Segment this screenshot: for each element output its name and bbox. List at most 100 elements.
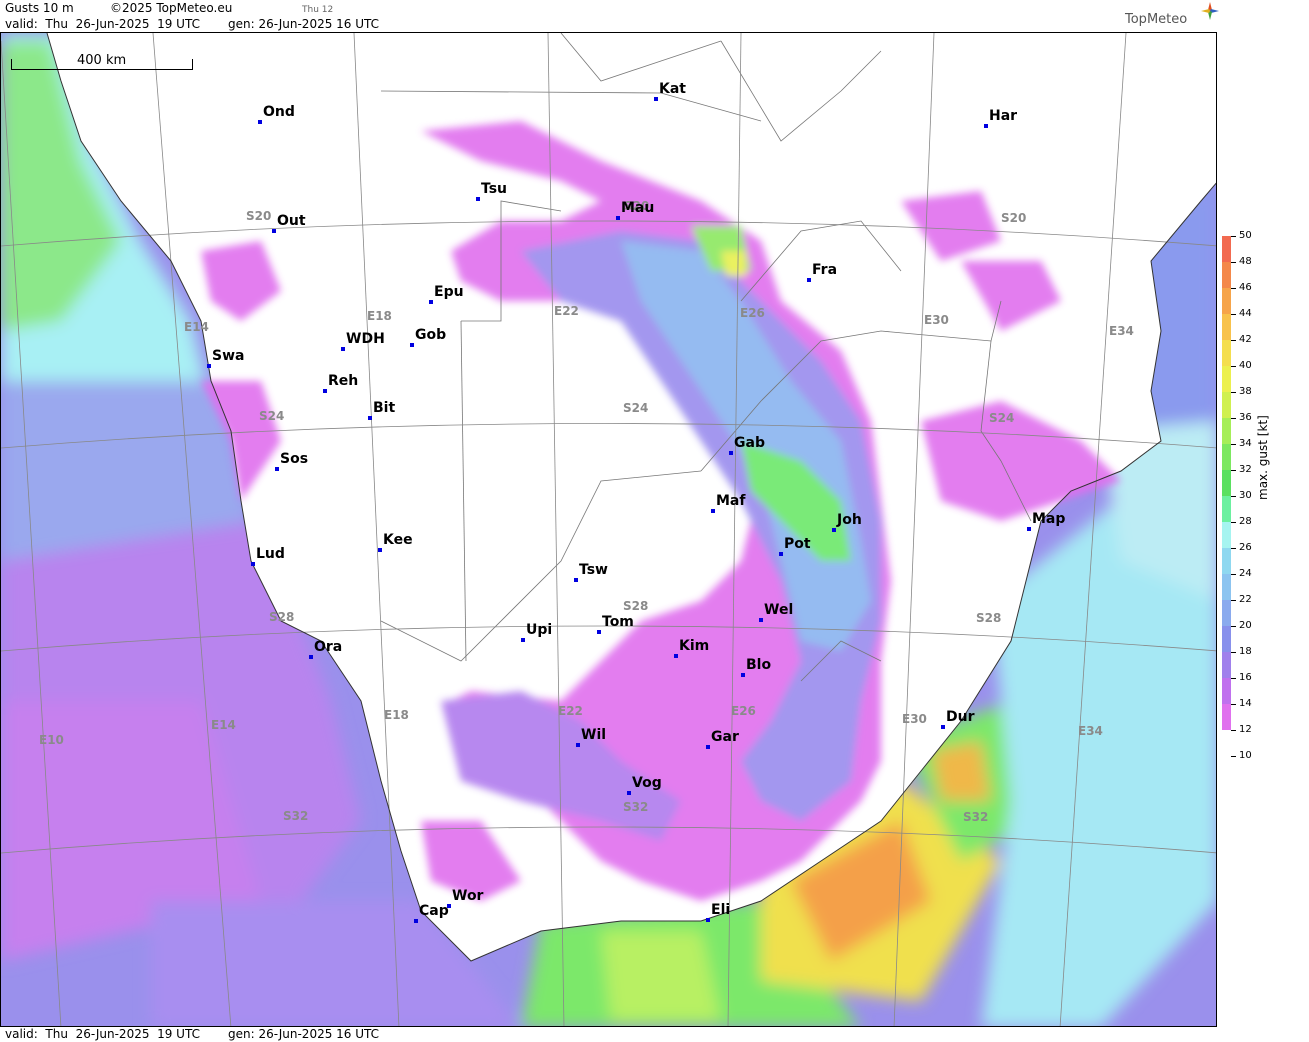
product-title: Gusts 10 m bbox=[5, 1, 74, 15]
scale-bar: 400 km bbox=[11, 51, 193, 71]
colorbar-swatch bbox=[1222, 704, 1231, 730]
grid-label: E26 bbox=[740, 306, 765, 320]
colorbar-swatch bbox=[1222, 522, 1231, 548]
grid-label: S20 bbox=[1001, 211, 1027, 225]
city-label: Mau bbox=[621, 200, 655, 216]
colorbar-tick-label: 50 bbox=[1239, 230, 1252, 241]
grid-label: S20 bbox=[246, 209, 272, 223]
colorbar-tick-label: 34 bbox=[1239, 438, 1252, 449]
city-label: Cap bbox=[419, 903, 449, 919]
gust-map[interactable]: 400 km S20 S20 S20 S24 S24 S24 S28 S28 S… bbox=[0, 32, 1217, 1027]
colorbar-tick bbox=[1231, 522, 1236, 523]
grid-label: S24 bbox=[989, 411, 1015, 425]
colorbar-tick bbox=[1231, 704, 1236, 705]
colorbar-tick-label: 46 bbox=[1239, 282, 1252, 293]
footer-gen-time: gen: 26-Jun-2025 16 UTC bbox=[228, 1027, 380, 1041]
colorbar-tick bbox=[1231, 340, 1236, 341]
colorbar-tick bbox=[1231, 262, 1236, 263]
colorbar-swatch bbox=[1222, 366, 1231, 392]
city-label: Vog bbox=[632, 775, 662, 791]
city-label: Map bbox=[1032, 511, 1066, 527]
grid-label: E26 bbox=[731, 704, 756, 718]
colorbar-swatch bbox=[1222, 236, 1231, 262]
city-label: Kee bbox=[383, 532, 413, 548]
city-label: Ond bbox=[263, 104, 295, 120]
grid-label: S32 bbox=[623, 800, 649, 814]
colorbar-tick-label: 16 bbox=[1239, 672, 1252, 683]
city-label: Reh bbox=[328, 373, 359, 389]
city-label: Swa bbox=[212, 348, 245, 364]
colorbar-swatch bbox=[1222, 470, 1231, 496]
colorbar-tick-label: 20 bbox=[1239, 620, 1252, 631]
colorbar-tick-label: 48 bbox=[1239, 256, 1252, 267]
grid-label: E14 bbox=[211, 718, 236, 732]
colorbar-tick bbox=[1231, 288, 1236, 289]
grid-label: E34 bbox=[1109, 324, 1134, 338]
colorbar-tick bbox=[1231, 418, 1236, 419]
grid-label: E18 bbox=[367, 309, 392, 323]
colorbar-swatch bbox=[1222, 418, 1231, 444]
colorbar-swatch bbox=[1222, 600, 1231, 626]
city-label: Kat bbox=[659, 81, 686, 97]
colorbar-swatch bbox=[1222, 574, 1231, 600]
grid-label: E10 bbox=[39, 733, 64, 747]
grid-label: S32 bbox=[963, 810, 989, 824]
city-label: Sos bbox=[280, 451, 309, 467]
colorbar-tick bbox=[1231, 392, 1236, 393]
city-label: Wil bbox=[581, 727, 607, 743]
gen-time: gen: 26-Jun-2025 16 UTC bbox=[228, 17, 380, 31]
grid-label: S32 bbox=[283, 809, 309, 823]
colorbar-tick bbox=[1231, 652, 1236, 653]
colorbar-tick bbox=[1231, 496, 1236, 497]
colorbar-swatch bbox=[1222, 678, 1231, 704]
colorbar-tick-label: 26 bbox=[1239, 542, 1252, 553]
city-label: Lud bbox=[256, 546, 285, 562]
colorbar-tick bbox=[1231, 756, 1236, 757]
colorbar-tick-label: 22 bbox=[1239, 594, 1252, 605]
colorbar-tick bbox=[1231, 314, 1236, 315]
colorbar-tick-label: 30 bbox=[1239, 490, 1252, 501]
city-label: Eli bbox=[711, 902, 731, 918]
colorbar-swatch bbox=[1222, 392, 1231, 418]
colorbar-tick-label: 38 bbox=[1239, 386, 1252, 397]
step-label: Thu 12 bbox=[302, 5, 334, 15]
colorbar-legend: 50 48 46 44 42 40 38 36 34 32 30 28 26 24 22 20 18 16 14 12… bbox=[1217, 0, 1309, 1042]
city-label: Maf bbox=[716, 493, 746, 509]
colorbar-tick-label: 24 bbox=[1239, 568, 1252, 579]
city-label: Gab bbox=[734, 435, 765, 451]
colorbar-tick-label: 44 bbox=[1239, 308, 1252, 319]
city-label: Ora bbox=[314, 639, 343, 655]
grid-label: S24 bbox=[623, 401, 649, 415]
city-label: Epu bbox=[434, 284, 464, 300]
grid-label: S28 bbox=[269, 610, 295, 624]
city-label: Tsu bbox=[481, 181, 507, 197]
grid-label: E34 bbox=[1078, 724, 1103, 738]
city-label: Joh bbox=[837, 512, 862, 528]
grid-label: E14 bbox=[184, 320, 209, 334]
colorbar-tick-label: 32 bbox=[1239, 464, 1252, 475]
city-label: Har bbox=[989, 108, 1018, 124]
colorbar-tick-label: 12 bbox=[1239, 724, 1252, 735]
colorbar-swatch bbox=[1222, 288, 1231, 314]
colorbar-tick bbox=[1231, 574, 1236, 575]
grid-label: E30 bbox=[924, 313, 949, 327]
city-label: Pot bbox=[784, 536, 811, 552]
grid-label: E18 bbox=[384, 708, 409, 722]
city-label: Upi bbox=[526, 622, 553, 638]
colorbar-tick-label: 10 bbox=[1239, 750, 1252, 761]
colorbar-title: max. gust [kt] bbox=[1256, 415, 1270, 500]
city-label: Wel bbox=[764, 602, 794, 618]
colorbar-swatch bbox=[1222, 496, 1231, 522]
city-label: Bit bbox=[373, 400, 396, 416]
city-label: Kim bbox=[679, 638, 710, 654]
city-label: Fra bbox=[812, 262, 838, 278]
grid-label: S28 bbox=[623, 599, 649, 613]
grid-label: E22 bbox=[554, 304, 579, 318]
colorbar-tick bbox=[1231, 678, 1236, 679]
copyright: ©2025 TopMeteo.eu bbox=[110, 1, 233, 15]
colorbar-swatch bbox=[1222, 314, 1231, 340]
city-label: Tsw bbox=[579, 562, 608, 578]
city-label: Dur bbox=[946, 709, 975, 725]
colorbar-tick-label: 14 bbox=[1239, 698, 1252, 709]
colorbar-tick-label: 18 bbox=[1239, 646, 1252, 657]
